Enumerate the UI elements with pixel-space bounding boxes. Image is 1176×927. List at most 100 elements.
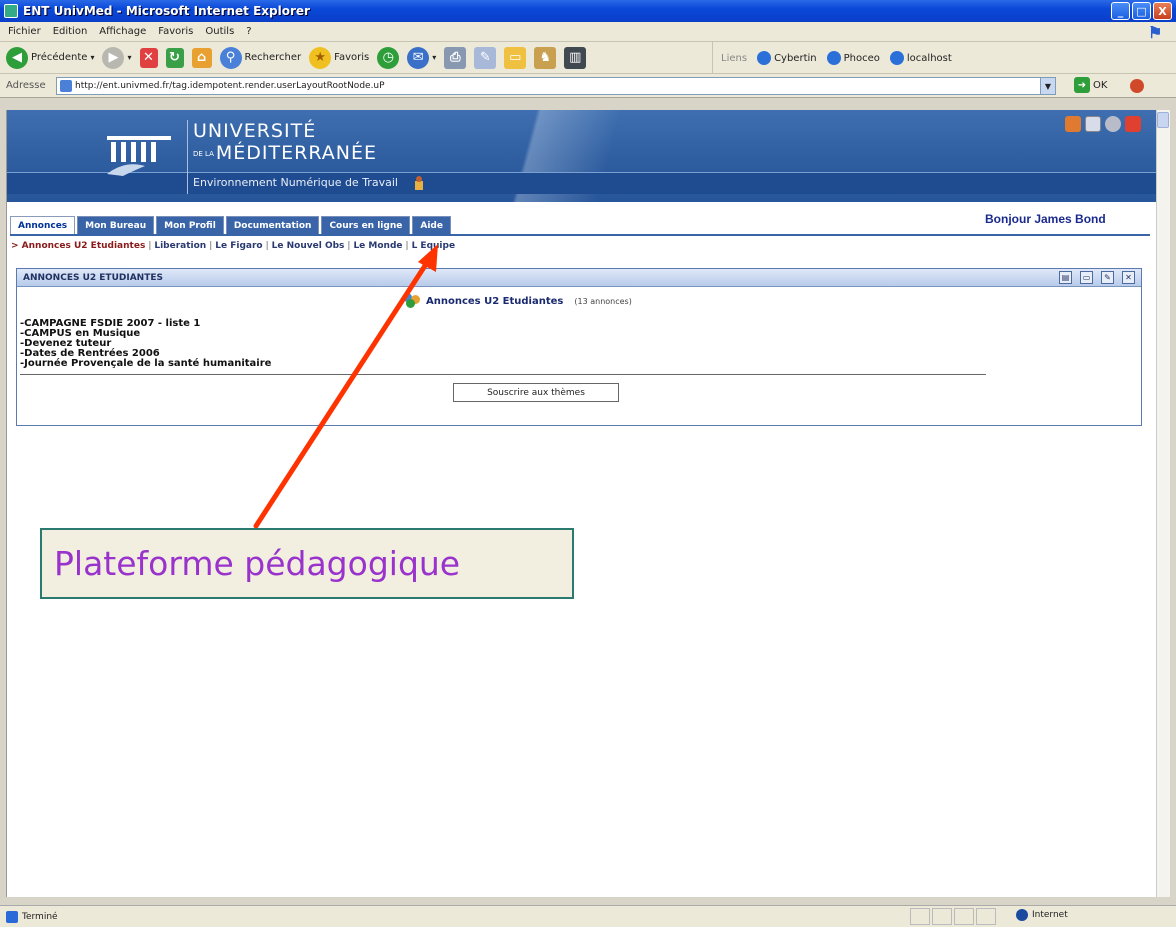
address-dropdown-icon[interactable]: ▼ xyxy=(1040,78,1055,94)
address-input[interactable]: http://ent.univmed.fr/tag.idempotent.ren… xyxy=(56,77,1056,95)
status-text: Terminé xyxy=(22,911,58,922)
globe-icon xyxy=(1016,909,1028,921)
channel-minimize-icon[interactable]: ▭ xyxy=(1080,271,1093,284)
subnav-item-equipe[interactable]: L Equipe xyxy=(412,241,456,251)
menu-view[interactable]: Affichage xyxy=(99,26,146,37)
messenger-button[interactable]: ♞ xyxy=(534,46,557,69)
home-icon[interactable] xyxy=(1065,116,1081,132)
status-bar: Terminé Internet xyxy=(0,905,1176,927)
mail-icon: ✉ xyxy=(407,46,430,69)
minimize-button[interactable]: _ xyxy=(1111,2,1130,20)
folder-icon: ▭ xyxy=(504,46,527,69)
subnav-item-figaro[interactable]: Le Figaro xyxy=(215,241,262,251)
ie-app-icon xyxy=(4,4,18,18)
favorites-label: Favoris xyxy=(334,52,370,63)
announcement-list: CAMPAGNE FSDIE 2007 - liste 1 CAMPUS en … xyxy=(20,319,271,369)
favorites-button[interactable]: ★ Favoris xyxy=(309,46,370,69)
link-cybertin[interactable]: Cybertin xyxy=(757,51,817,65)
channel-header: ANNONCES U2 ETUDIANTES ▤ ▭ ✎ ✕ xyxy=(17,269,1141,287)
feed-title[interactable]: Annonces U2 Etudiantes (13 annonces) xyxy=(403,293,632,309)
security-zone: Internet xyxy=(1016,909,1068,921)
list-item[interactable]: Journée Provençale de la santé humanitai… xyxy=(20,359,271,369)
close-button[interactable]: X xyxy=(1153,2,1172,20)
search-label: Rechercher xyxy=(244,52,302,63)
forward-arrow-icon: ▶ xyxy=(102,46,125,69)
forward-dropdown-icon: ▾ xyxy=(127,53,132,62)
research-button[interactable]: ▥ xyxy=(564,46,587,69)
tab-aide[interactable]: Aide xyxy=(412,216,451,234)
search-icon: ⚲ xyxy=(219,46,242,69)
subnav-item-liberation[interactable]: Liberation xyxy=(154,241,206,251)
messenger-icon: ♞ xyxy=(534,46,557,69)
tab-bar: Annonces Mon Bureau Mon Profil Documenta… xyxy=(10,216,453,234)
menu-favorites[interactable]: Favoris xyxy=(158,26,193,37)
print-button[interactable]: ⎙ xyxy=(444,46,467,69)
maximize-button[interactable]: □ xyxy=(1132,2,1151,20)
page-icon xyxy=(60,80,72,92)
channel-subnav: > Annonces U2 Etudiantes | Liberation | Le F… xyxy=(11,241,456,251)
tab-documentation[interactable]: Documentation xyxy=(225,216,320,234)
logout-icon[interactable] xyxy=(1125,116,1141,132)
go-arrow-icon: ➜ xyxy=(1074,77,1090,93)
refresh-button[interactable]: ↻ xyxy=(165,47,184,68)
ie-page-icon xyxy=(889,51,904,65)
university-name-line1: UNIVERSITÉ xyxy=(193,120,317,142)
menu-edit[interactable]: Edition xyxy=(53,26,88,37)
research-icon: ▥ xyxy=(564,46,587,69)
ie-page-icon xyxy=(826,51,841,65)
tab-mon-profil[interactable]: Mon Profil xyxy=(156,216,224,234)
search-button[interactable]: ⚲ Rechercher xyxy=(219,46,302,69)
mail-dropdown-icon: ▾ xyxy=(432,53,437,62)
window-controls: _ □ X xyxy=(1111,2,1172,20)
tab-cours-en-ligne[interactable]: Cours en ligne xyxy=(321,216,411,234)
stop-button[interactable]: ✕ xyxy=(139,47,158,68)
channel-title: ANNONCES U2 ETUDIANTES xyxy=(23,272,163,283)
vertical-scrollbar[interactable] xyxy=(1156,110,1170,897)
go-button[interactable]: ➜ OK xyxy=(1074,77,1107,93)
channel-controls: ▤ ▭ ✎ ✕ xyxy=(1059,271,1135,284)
address-bar: Adresse http://ent.univmed.fr/tag.idempo… xyxy=(0,74,1176,98)
folder-button[interactable]: ▭ xyxy=(504,46,527,69)
channel-close-icon[interactable]: ✕ xyxy=(1122,271,1135,284)
home-button[interactable]: ⌂ xyxy=(191,47,212,68)
link-phoceo[interactable]: Phoceo xyxy=(826,51,880,65)
tab-annonces[interactable]: Annonces xyxy=(10,216,76,234)
back-button[interactable]: ◀ Précédente ▾ xyxy=(6,46,95,69)
announcements-channel: ANNONCES U2 ETUDIANTES ▤ ▭ ✎ ✕ Annonces … xyxy=(16,268,1142,426)
university-logo-icon xyxy=(107,136,171,176)
address-label: Adresse xyxy=(6,80,46,91)
subnav-item-nouvel-obs[interactable]: Le Nouvel Obs xyxy=(272,241,345,251)
addon-icon[interactable] xyxy=(1130,79,1144,93)
link-localhost[interactable]: localhost xyxy=(889,51,952,65)
annotation-callout: Plateforme pédagogique xyxy=(40,528,574,599)
layout-icon[interactable] xyxy=(1085,116,1101,132)
links-label: Liens xyxy=(721,52,748,64)
page-content: UNIVERSITÉ DE LA MÉDITERRANÉE Environneme… xyxy=(6,110,1157,897)
edit-button[interactable]: ✎ xyxy=(474,46,497,69)
feed-count: (13 annonces) xyxy=(574,296,632,306)
refresh-icon: ↻ xyxy=(165,47,184,68)
forward-button[interactable]: ▶ ▾ xyxy=(102,46,132,69)
mail-button[interactable]: ✉ ▾ xyxy=(407,46,437,69)
windows-logo-icon: ⚑ xyxy=(1148,23,1163,42)
channel-edit-icon[interactable]: ✎ xyxy=(1101,271,1114,284)
back-dropdown-icon: ▾ xyxy=(90,53,95,62)
tab-mon-bureau[interactable]: Mon Bureau xyxy=(77,216,155,234)
menu-help[interactable]: ? xyxy=(246,26,251,37)
links-bar: Liens Cybertin Phoceo localhost xyxy=(712,42,952,74)
address-url: http://ent.univmed.fr/tag.idempotent.ren… xyxy=(75,81,385,91)
menu-tools[interactable]: Outils xyxy=(205,26,234,37)
history-button[interactable]: ◷ xyxy=(377,46,400,69)
university-name-line2: DE LA MÉDITERRANÉE xyxy=(193,142,377,164)
subnav-item-annonces[interactable]: > Annonces U2 Etudiantes xyxy=(11,241,145,251)
gear-icon[interactable] xyxy=(1105,116,1121,132)
back-arrow-icon: ◀ xyxy=(6,46,28,69)
subnav-item-monde[interactable]: Le Monde xyxy=(353,241,402,251)
user-greeting: Bonjour James Bond xyxy=(985,212,1106,226)
subscribe-button[interactable]: Souscrire aux thèmes xyxy=(453,383,619,402)
window-title-bar[interactable]: ENT UnivMed - Microsoft Internet Explore… xyxy=(0,0,1176,22)
channel-print-icon[interactable]: ▤ xyxy=(1059,271,1072,284)
menu-file[interactable]: Fichier xyxy=(8,26,41,37)
banner-toolbar xyxy=(1065,116,1141,132)
scrollbar-thumb[interactable] xyxy=(1157,112,1169,128)
